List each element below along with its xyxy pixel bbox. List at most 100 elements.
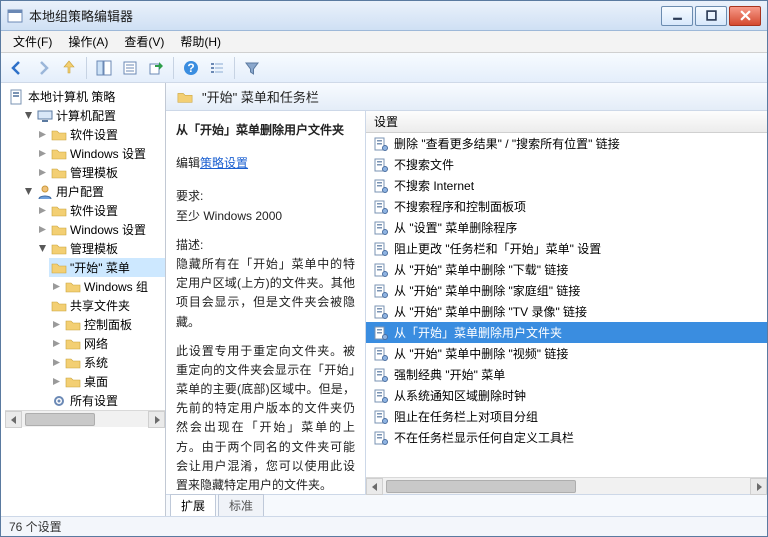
filter-button[interactable] [240,56,264,80]
menu-action[interactable]: 操作(A) [60,31,116,52]
list-hscroll[interactable] [366,477,767,494]
list-item[interactable]: 从 "开始" 菜单中删除 "视频" 链接 [366,343,767,364]
tree-item[interactable]: Windows 组 [49,277,165,296]
svg-text:?: ? [187,61,194,75]
setting-icon [374,242,388,256]
tab-standard[interactable]: 标准 [218,494,264,516]
back-button[interactable] [5,56,29,80]
up-button[interactable] [57,56,81,80]
forward-button[interactable] [31,56,55,80]
tree-root[interactable]: 本地计算机 策略 [7,87,165,106]
description-pane: 从「开始」菜单删除用户文件夹 编辑策略设置 要求: 至少 Windows 200… [166,111,366,494]
list-item[interactable]: 从 "开始" 菜单中删除 "家庭组" 链接 [366,280,767,301]
folder-icon [51,203,67,219]
tree-user-config[interactable]: 用户配置 [21,182,165,201]
help-button[interactable]: ? [179,56,203,80]
expand-icon[interactable] [37,224,48,235]
toolbar-sep [173,57,174,79]
scroll-right-icon[interactable] [148,411,165,428]
list-button[interactable] [205,56,229,80]
expand-icon[interactable] [51,376,62,387]
folder-icon [65,374,81,390]
tree-item[interactable]: 管理模板 [35,163,165,182]
expand-icon[interactable] [51,319,62,330]
scroll-left-icon[interactable] [5,411,22,428]
tree-item[interactable]: 控制面板 [49,315,165,334]
scroll-right-icon[interactable] [750,478,767,495]
list-item-label: 不搜索文件 [394,156,454,173]
list-column-header[interactable]: 设置 [366,111,767,133]
tree-admin-templates[interactable]: 管理模板 [35,239,165,258]
properties-button[interactable] [118,56,142,80]
gear-icon [51,393,67,409]
tree-item[interactable]: Windows 设置 [35,144,165,163]
collapse-icon[interactable] [37,243,48,254]
list-item[interactable]: 从 "设置" 菜单删除程序 [366,217,767,238]
req-label: 要求: [176,187,355,206]
desc-p2: 此设置专用于重定向文件夹。被重定向的文件夹会显示在「开始」菜单的主要(底部)区域… [176,342,355,494]
list-item-label: 从 "开始" 菜单中删除 "TV 录像" 链接 [394,303,587,320]
toolbar-sep [234,57,235,79]
scroll-thumb[interactable] [386,480,576,493]
tree-item[interactable]: 桌面 [49,372,165,391]
tree-computer-config[interactable]: 计算机配置 [21,106,165,125]
menu-help[interactable]: 帮助(H) [172,31,229,52]
list-item[interactable]: 不搜索 Internet [366,175,767,196]
tree-item[interactable]: Windows 设置 [35,220,165,239]
folder-icon [65,317,81,333]
tree-label: Windows 组 [84,278,148,295]
tree-label: 网络 [84,335,108,352]
titlebar[interactable]: 本地组策略编辑器 [1,1,767,31]
req-text: 至少 Windows 2000 [176,207,355,226]
policy-icon [9,89,25,105]
folder-icon [51,165,67,181]
tree-all-settings[interactable]: 所有设置 [49,391,165,410]
show-tree-button[interactable] [92,56,116,80]
expand-icon[interactable] [51,281,62,292]
list-item[interactable]: 从 "开始" 菜单中删除 "下载" 链接 [366,259,767,280]
scroll-thumb[interactable] [25,413,95,426]
tree-label: 计算机配置 [56,107,116,124]
list-item[interactable]: 阻止更改 "任务栏和「开始」菜单" 设置 [366,238,767,259]
tree-label: 桌面 [84,373,108,390]
list-item[interactable]: 不在任务栏显示任何自定义工具栏 [366,427,767,448]
close-button[interactable] [729,6,761,26]
export-button[interactable] [144,56,168,80]
list-item-label: 从 "开始" 菜单中删除 "家庭组" 链接 [394,282,580,299]
expand-icon[interactable] [37,167,48,178]
list-item[interactable]: 从 "开始" 菜单中删除 "TV 录像" 链接 [366,301,767,322]
tree-item[interactable]: 软件设置 [35,125,165,144]
tree-label: 管理模板 [70,240,118,257]
tree-item[interactable]: 系统 [49,353,165,372]
menu-view[interactable]: 查看(V) [116,31,172,52]
edit-policy-link[interactable]: 策略设置 [200,156,248,170]
user-icon [37,184,53,200]
tree-item[interactable]: 网络 [49,334,165,353]
list-item[interactable]: 从「开始」菜单删除用户文件夹 [366,322,767,343]
list-item[interactable]: 从系统通知区域删除时钟 [366,385,767,406]
tree-item-selected[interactable]: "开始" 菜单 [49,258,165,277]
list-item[interactable]: 不搜索程序和控制面板项 [366,196,767,217]
settings-list[interactable]: 删除 "查看更多结果" / "搜索所有位置" 链接不搜索文件不搜索 Intern… [366,133,767,477]
setting-icon [374,263,388,277]
tree-pane[interactable]: 本地计算机 策略 计算机配置 软件设置 Windows 设置 [1,83,166,516]
menu-file[interactable]: 文件(F) [5,31,60,52]
tab-extended[interactable]: 扩展 [170,494,216,516]
expand-icon[interactable] [51,338,62,349]
list-item[interactable]: 删除 "查看更多结果" / "搜索所有位置" 链接 [366,133,767,154]
collapse-icon[interactable] [23,110,34,121]
maximize-button[interactable] [695,6,727,26]
expand-icon[interactable] [51,357,62,368]
list-item[interactable]: 强制经典 "开始" 菜单 [366,364,767,385]
list-item[interactable]: 阻止在任务栏上对项目分组 [366,406,767,427]
list-item[interactable]: 不搜索文件 [366,154,767,175]
expand-icon[interactable] [37,129,48,140]
expand-icon[interactable] [37,148,48,159]
tree-hscroll[interactable] [5,410,165,427]
scroll-left-icon[interactable] [366,478,383,495]
collapse-icon[interactable] [23,186,34,197]
expand-icon[interactable] [37,205,48,216]
minimize-button[interactable] [661,6,693,26]
tree-item[interactable]: 软件设置 [35,201,165,220]
tree-item[interactable]: 共享文件夹 [49,296,165,315]
